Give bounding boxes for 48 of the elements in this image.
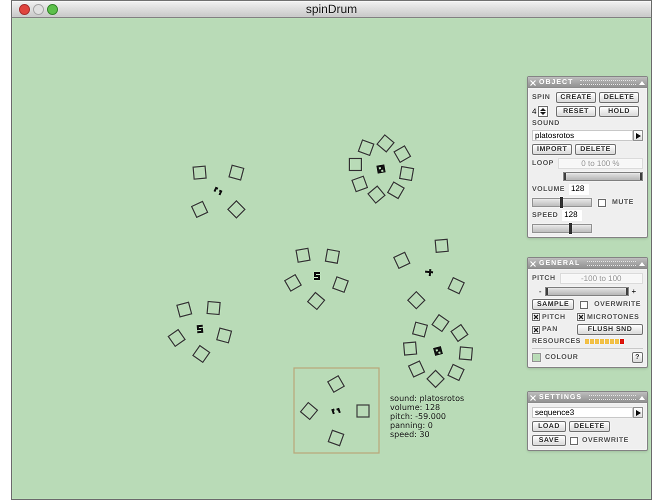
collapse-icon[interactable] (639, 262, 645, 266)
spinner-drawing[interactable] (348, 134, 414, 204)
spin-count: 4 (532, 108, 536, 116)
window-title: spinDrum (306, 1, 358, 18)
close-icon[interactable] (530, 260, 536, 266)
info-line: pitch: -59.000 (390, 412, 448, 421)
checkbox[interactable] (580, 300, 588, 308)
close-icon[interactable] (530, 80, 536, 86)
grip-handle[interactable] (589, 395, 636, 400)
grip-handle[interactable] (587, 261, 636, 266)
slider-thumb[interactable] (568, 223, 572, 234)
dropdown-arrow-button[interactable] (633, 407, 643, 418)
play-arrow-icon (636, 410, 640, 416)
spinner-drawing[interactable] (167, 300, 232, 364)
spinner-drawing[interactable] (293, 367, 380, 454)
grip-handle[interactable] (580, 80, 636, 85)
slider-thumb[interactable] (560, 197, 563, 208)
checkbox[interactable] (532, 313, 540, 321)
minus-label: - (538, 288, 542, 296)
zoom-button[interactable] (47, 4, 58, 15)
close-button[interactable] (19, 4, 30, 15)
input-field[interactable]: 128 (562, 210, 582, 221)
spinner-drawing[interactable] (402, 314, 474, 388)
range-field: 0 to 100 % (558, 158, 643, 169)
resources-meter (584, 339, 624, 344)
close-icon[interactable] (530, 394, 536, 400)
collapse-icon[interactable] (639, 80, 645, 84)
collapse-icon[interactable] (639, 396, 645, 400)
spinner-drawing[interactable] (393, 238, 465, 310)
dropdown-arrow-button[interactable] (633, 130, 643, 141)
checkbox[interactable] (532, 326, 540, 334)
info-line: volume: 128 (390, 403, 442, 412)
checkbox[interactable] (577, 313, 585, 321)
input-field[interactable]: platosrotos (532, 130, 633, 141)
input-field[interactable]: 128 (568, 184, 589, 195)
stepper-icon[interactable] (538, 106, 548, 117)
colour-swatch[interactable] (532, 353, 541, 362)
info-line: speed: 30 (390, 430, 431, 439)
range-field: -100 to 100 (560, 273, 643, 284)
spinner-drawing[interactable] (284, 248, 349, 310)
input-field[interactable]: sequence3 (532, 407, 633, 418)
info-line: panning: 0 (390, 421, 434, 430)
plus-label: + (632, 288, 636, 296)
play-arrow-icon (636, 132, 640, 138)
checkbox[interactable] (570, 436, 578, 444)
checkbox[interactable] (598, 198, 606, 206)
info-line: sound: platosrotos (390, 394, 464, 403)
spinner-drawing[interactable] (190, 164, 246, 219)
